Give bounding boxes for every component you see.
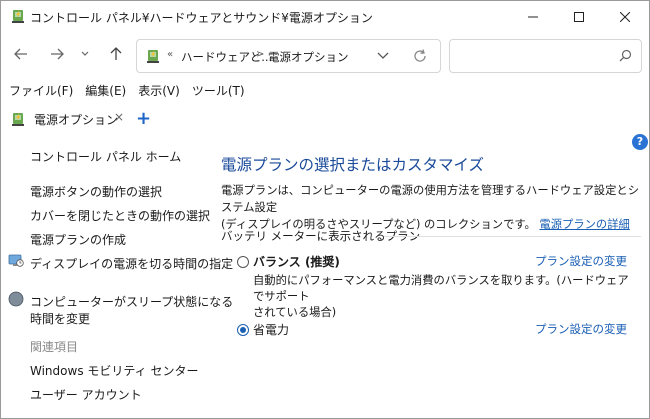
tab-power-options[interactable]: 電源オプション × — [4, 105, 128, 135]
search-input[interactable] — [456, 46, 610, 66]
plan-power-saver-name[interactable]: 省電力 — [253, 321, 289, 338]
related-header: 関連項目 — [30, 340, 79, 354]
menu-edit[interactable]: 編集(E) — [85, 82, 126, 102]
control-panel-power-icon — [12, 10, 24, 23]
sidebar-link-create-plan[interactable]: 電源プランの作成 — [30, 231, 126, 248]
main-content: 電源プランの選択またはカスタマイズ 電源プランは、コンピューターの電源の使用方法… — [216, 141, 641, 411]
sleep-moon-icon — [8, 291, 24, 307]
sidebar: コントロール パネル ホーム 電源ボタンの動作の選択 カバーを閉じたときの動作の… — [1, 141, 233, 411]
sidebar-link-lid-close[interactable]: カバーを閉じたときの動作の選択 — [30, 207, 210, 224]
plan-power-saver-radio[interactable] — [237, 324, 249, 336]
breadcrumb-separator[interactable]: > — [256, 49, 264, 60]
up-icon — [110, 47, 122, 60]
forward-icon — [51, 48, 64, 60]
window-frame: コントロール パネル¥ハードウェアとサウンド¥電源オプション « ハードウェアと… — [0, 0, 650, 419]
page-description: 電源プランは、コンピューターの電源の使用方法を管理するハードウェア設定とシステム… — [221, 182, 641, 233]
plan-balanced-change-link[interactable]: プラン設定の変更 — [535, 253, 627, 269]
window-title: コントロール パネル¥ハードウェアとサウンド¥電源オプション — [30, 11, 373, 25]
close-button[interactable] — [602, 1, 648, 32]
description-line1: 電源プランは、コンピューターの電源の使用方法を管理するハードウェア設定とシステム… — [221, 184, 639, 214]
maximize-icon — [574, 11, 584, 22]
tab-bar: 電源オプション × + — [1, 105, 649, 135]
refresh-icon[interactable] — [412, 48, 428, 64]
up-button[interactable] — [105, 43, 127, 65]
page-title: 電源プランの選択またはカスタマイズ — [221, 156, 485, 174]
new-tab-button[interactable]: + — [136, 108, 151, 129]
navigation-bar: « ハードウェアと... > 電源オプション — [1, 37, 649, 77]
sidebar-link-sleep[interactable]: コンピューターがスリープ状態になる — [30, 293, 233, 310]
search-box[interactable] — [449, 39, 642, 73]
chevron-down-icon[interactable] — [376, 48, 390, 62]
address-bar[interactable]: « ハードウェアと... > 電源オプション — [136, 39, 441, 73]
plan-power-saver-change-link[interactable]: プラン設定の変更 — [535, 321, 627, 337]
plan-balanced-description: 自動的にパフォーマンスと電力消費のバランスを取ります。(ハードウェアでサポート … — [253, 273, 633, 321]
power-plan-details-link[interactable]: 電源プランの詳細 — [539, 218, 629, 231]
breadcrumb-power-options[interactable]: 電源オプション — [268, 49, 349, 65]
menu-bar: ファイル(F) 編集(E) 表示(V) ツール(T) — [1, 82, 649, 102]
recent-locations-button[interactable] — [76, 43, 94, 65]
search-icon — [619, 49, 632, 62]
plan-balanced-desc-line1: 自動的にパフォーマンスと電力消費のバランスを取ります。(ハードウェアでサポート — [253, 274, 629, 303]
control-panel-power-icon — [147, 50, 159, 63]
sidebar-link-power-button[interactable]: 電源ボタンの動作の選択 — [30, 183, 162, 200]
plan-balanced-radio[interactable] — [237, 256, 249, 268]
plan-balanced-desc-line2: されている場合) — [253, 306, 337, 319]
sidebar-link-sleep-cont[interactable]: 時間を変更 — [30, 310, 90, 327]
group-divider — [384, 236, 641, 237]
monitor-clock-icon — [8, 254, 24, 267]
sidebar-link-mobility-center[interactable]: Windows モビリティ センター — [30, 362, 198, 379]
back-icon — [14, 48, 27, 60]
sidebar-home-link[interactable]: コントロール パネル ホーム — [30, 148, 181, 165]
menu-tools[interactable]: ツール(T) — [192, 82, 245, 102]
close-icon — [620, 11, 630, 22]
sidebar-link-user-accounts[interactable]: ユーザー アカウント — [30, 386, 142, 403]
recent-icon — [81, 51, 89, 56]
title-bar: コントロール パネル¥ハードウェアとサウンド¥電源オプション — [1, 1, 649, 32]
tab-label: 電源オプション — [34, 113, 119, 127]
address-overflow[interactable]: « — [167, 49, 173, 60]
tab-close-button[interactable]: × — [114, 110, 124, 124]
control-panel-power-icon — [12, 113, 24, 126]
minimize-icon — [528, 16, 538, 17]
plan-balanced-name[interactable]: バランス (推奨) — [253, 253, 340, 270]
maximize-button[interactable] — [556, 1, 602, 32]
sidebar-link-display-off[interactable]: ディスプレイの電源を切る時間の指定 — [30, 255, 233, 272]
menu-file[interactable]: ファイル(F) — [9, 82, 73, 102]
menu-view[interactable]: 表示(V) — [138, 82, 180, 102]
back-button[interactable] — [10, 43, 32, 65]
forward-button[interactable] — [46, 43, 68, 65]
minimize-button[interactable] — [510, 1, 556, 32]
